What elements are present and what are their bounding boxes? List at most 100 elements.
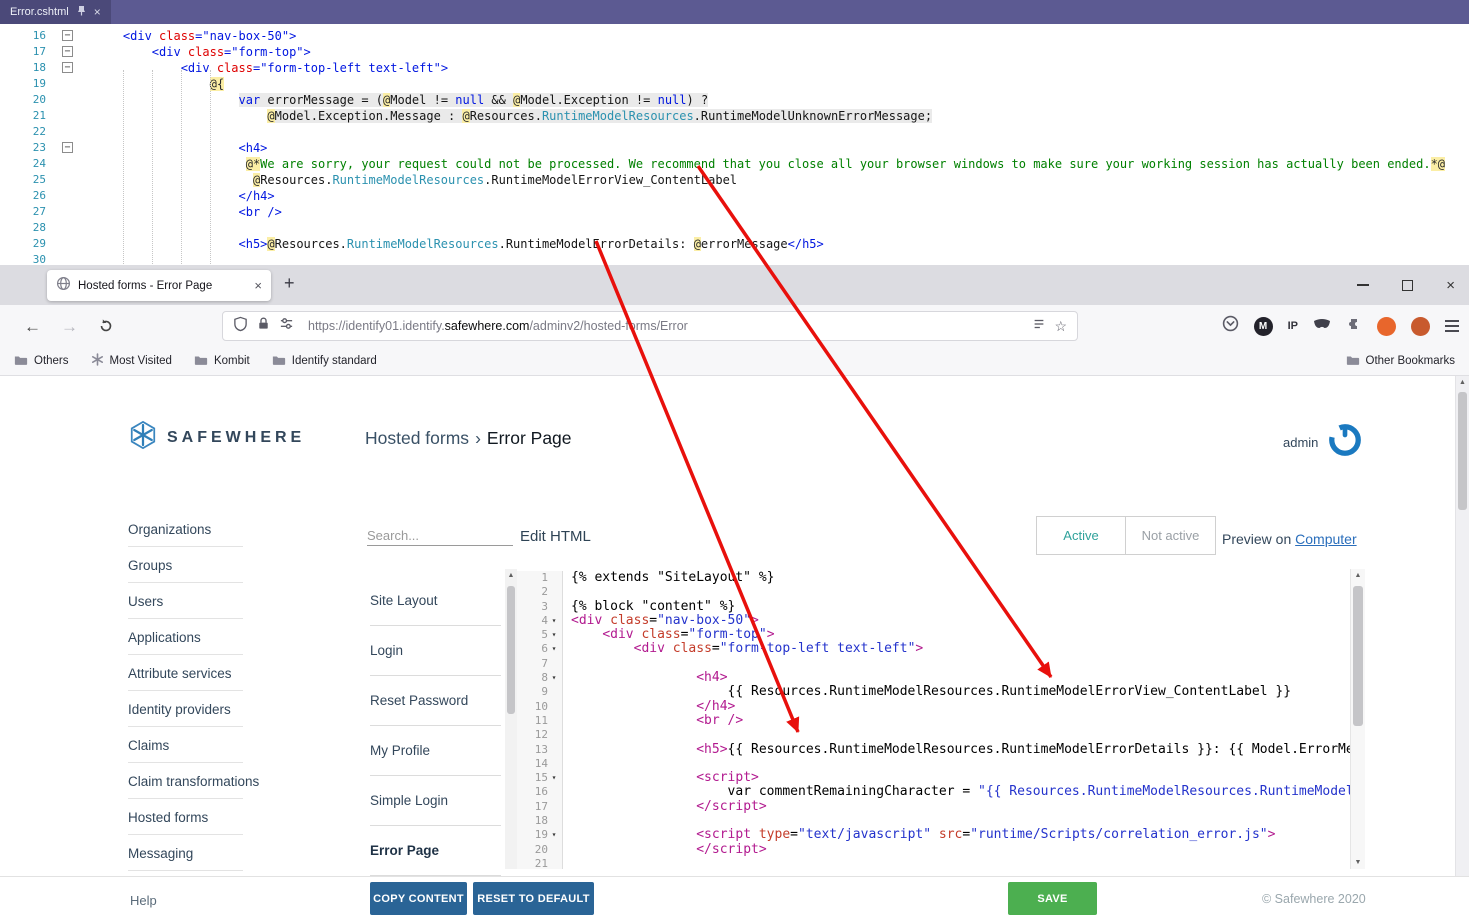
reload-icon[interactable] bbox=[98, 318, 114, 334]
sidebar-item-users[interactable]: Users bbox=[128, 594, 243, 619]
minimize-icon[interactable] bbox=[1357, 284, 1369, 286]
vs-code-line[interactable]: 21 @Model.Exception.Message : @Resources… bbox=[0, 108, 1469, 124]
url-bar[interactable]: https://identify01.identify.safewhere.co… bbox=[222, 311, 1078, 341]
vs-document-tab[interactable]: Error.cshtml × bbox=[0, 0, 111, 24]
vs-code-line[interactable]: 18− <div class="form-top-left text-left"… bbox=[0, 60, 1469, 76]
fold-collapse-icon[interactable]: − bbox=[62, 46, 73, 57]
fold-arrow-icon[interactable]: ▾ bbox=[549, 614, 559, 628]
profile-avatar-icon[interactable] bbox=[1411, 317, 1430, 336]
sidebar-item-attribute-services[interactable]: Attribute services bbox=[128, 666, 243, 691]
vs-code-line[interactable]: 22 bbox=[0, 124, 1469, 140]
fold-arrow-icon[interactable]: ▾ bbox=[549, 828, 559, 842]
scroll-up-icon[interactable]: ▲ bbox=[505, 572, 517, 579]
scrollbar-thumb[interactable] bbox=[507, 586, 515, 714]
editor-code-text[interactable] bbox=[563, 857, 571, 869]
subnav-item-error-page[interactable]: Error Page bbox=[370, 826, 501, 876]
vs-code-line[interactable]: 25 @Resources.RuntimeModelResources.Runt… bbox=[0, 172, 1469, 188]
breadcrumb-parent[interactable]: Hosted forms bbox=[365, 428, 469, 448]
vs-code-line[interactable]: 19 @{ bbox=[0, 76, 1469, 92]
page-scrollbar[interactable]: ▲ bbox=[1455, 376, 1469, 922]
url-text[interactable]: https://identify01.identify.safewhere.co… bbox=[308, 319, 1024, 333]
vs-code-text[interactable]: @*We are sorry, your request could not b… bbox=[80, 156, 1445, 172]
vs-code-line[interactable]: 23− <h4> bbox=[0, 140, 1469, 156]
vs-code-line[interactable]: 29 <h5>@Resources.RuntimeModelResources.… bbox=[0, 236, 1469, 252]
vs-code-line[interactable]: 30 bbox=[0, 252, 1469, 265]
permissions-sliders-icon[interactable] bbox=[279, 316, 294, 336]
editor-code-text[interactable]: </script> bbox=[563, 843, 767, 857]
editor-code-text[interactable]: var commentRemainingCharacter = "{{ Reso… bbox=[563, 785, 1350, 799]
bookmark-most-visited[interactable]: Most Visited bbox=[91, 353, 172, 369]
editor-code-text[interactable]: </h4> bbox=[563, 700, 735, 714]
vs-code-text[interactable]: <div class="form-top-left text-left"> bbox=[80, 60, 448, 76]
editor-code-line[interactable]: 1{% extends "SiteLayout" %} bbox=[517, 571, 1350, 585]
html-editor[interactable]: 1{% extends "SiteLayout" %}23{% block "c… bbox=[517, 569, 1350, 869]
close-icon[interactable]: × bbox=[94, 5, 101, 19]
editor-code-line[interactable]: 19▾ <script type="text/javascript" src="… bbox=[517, 828, 1350, 842]
user-menu[interactable]: admin bbox=[1283, 422, 1363, 463]
editor-code-line[interactable]: 14 bbox=[517, 757, 1350, 771]
m-extension-icon[interactable]: M bbox=[1254, 317, 1273, 336]
browser-tab[interactable]: Hosted forms - Error Page × bbox=[47, 270, 271, 301]
editor-code-line[interactable]: 17 </script> bbox=[517, 800, 1350, 814]
scroll-up-icon[interactable]: ▲ bbox=[1351, 572, 1365, 579]
new-tab-button[interactable]: + bbox=[284, 273, 295, 294]
sidebar-item-applications[interactable]: Applications bbox=[128, 630, 243, 655]
subnav-item-site-layout[interactable]: Site Layout bbox=[370, 576, 501, 626]
bookmark-identify-standard[interactable]: Identify standard bbox=[272, 353, 377, 369]
fold-collapse-icon[interactable]: − bbox=[62, 62, 73, 73]
maximize-icon[interactable] bbox=[1402, 280, 1413, 291]
pocket-icon[interactable] bbox=[1222, 315, 1239, 337]
bookmark-others[interactable]: Others bbox=[14, 353, 69, 369]
vs-code-text[interactable]: var errorMessage = (@Model != null && @M… bbox=[80, 92, 708, 108]
save-button[interactable]: SAVE bbox=[1008, 882, 1097, 915]
vs-code-text[interactable]: <h5>@Resources.RuntimeModelResources.Run… bbox=[80, 236, 824, 252]
editor-code-text[interactable] bbox=[563, 728, 571, 742]
bookmark-other-bookmarks[interactable]: Other Bookmarks bbox=[1346, 354, 1455, 369]
editor-code-text[interactable]: <br /> bbox=[563, 714, 743, 728]
editor-code-text[interactable]: <script> bbox=[563, 771, 759, 785]
fold-collapse-icon[interactable]: − bbox=[62, 30, 73, 41]
lock-icon[interactable] bbox=[256, 316, 271, 336]
vs-code-line[interactable]: 24 @*We are sorry, your request could no… bbox=[0, 156, 1469, 172]
vs-code-text[interactable]: <div class="nav-box-50"> bbox=[80, 28, 296, 44]
editor-code-text[interactable]: {% block "content" %} bbox=[563, 600, 735, 614]
vs-code-line[interactable]: 28 bbox=[0, 220, 1469, 236]
active-toggle-button[interactable]: Active bbox=[1037, 517, 1126, 554]
vs-code-line[interactable]: 26 </h4> bbox=[0, 188, 1469, 204]
vs-code-line[interactable]: 27 <br /> bbox=[0, 204, 1469, 220]
vs-code-text[interactable]: </h4> bbox=[80, 188, 275, 204]
editor-code-text[interactable]: <h5>{{ Resources.RuntimeModelResources.R… bbox=[563, 743, 1350, 757]
sidebar-item-identity-providers[interactable]: Identity providers bbox=[128, 702, 243, 727]
window-close-icon[interactable]: × bbox=[1446, 278, 1455, 293]
vs-code-text[interactable] bbox=[80, 220, 94, 236]
help-link[interactable]: Help bbox=[130, 893, 157, 908]
editor-code-line[interactable]: 15▾ <script> bbox=[517, 771, 1350, 785]
editor-code-text[interactable]: <div class="nav-box-50"> bbox=[563, 614, 759, 628]
scrollbar-thumb[interactable] bbox=[1458, 392, 1467, 510]
editor-right-scrollbar[interactable]: ▲ ▼ bbox=[1350, 569, 1365, 869]
scroll-up-icon[interactable]: ▲ bbox=[1456, 379, 1469, 386]
editor-code-text[interactable]: <div class="form-top-left text-left"> bbox=[563, 642, 923, 656]
editor-left-scrollbar[interactable]: ▲ bbox=[505, 569, 517, 869]
subnav-item-my-profile[interactable]: My Profile bbox=[370, 726, 501, 776]
vs-code-text[interactable] bbox=[80, 252, 94, 265]
vs-code-text[interactable]: @Model.Exception.Message : @Resources.Ru… bbox=[80, 108, 932, 124]
editor-code-line[interactable]: 16 var commentRemainingCharacter = "{{ R… bbox=[517, 785, 1350, 799]
vs-code-line[interactable]: 16− <div class="nav-box-50"> bbox=[0, 28, 1469, 44]
pin-icon[interactable] bbox=[77, 5, 86, 19]
editor-code-line[interactable]: 8▾ <h4> bbox=[517, 671, 1350, 685]
editor-code-text[interactable] bbox=[563, 657, 571, 671]
reset-to-default-button[interactable]: RESET TO DEFAULT bbox=[473, 882, 594, 915]
editor-code-text[interactable]: <script type="text/javascript" src="runt… bbox=[563, 828, 1275, 842]
menu-icon[interactable] bbox=[1445, 320, 1459, 332]
scrollbar-thumb[interactable] bbox=[1353, 586, 1363, 726]
safewhere-logo[interactable]: SAFEWHERE bbox=[128, 420, 305, 455]
shield-icon[interactable] bbox=[233, 316, 248, 337]
editor-code-line[interactable]: 13 <h5>{{ Resources.RuntimeModelResource… bbox=[517, 743, 1350, 757]
editor-code-line[interactable]: 5▾ <div class="form-top"> bbox=[517, 628, 1350, 642]
editor-code-text[interactable] bbox=[563, 814, 571, 828]
fold-arrow-icon[interactable]: ▾ bbox=[549, 771, 559, 785]
orange-extension-icon[interactable] bbox=[1377, 317, 1396, 336]
fold-arrow-icon[interactable]: ▾ bbox=[549, 628, 559, 642]
editor-code-line[interactable]: 12 bbox=[517, 728, 1350, 742]
